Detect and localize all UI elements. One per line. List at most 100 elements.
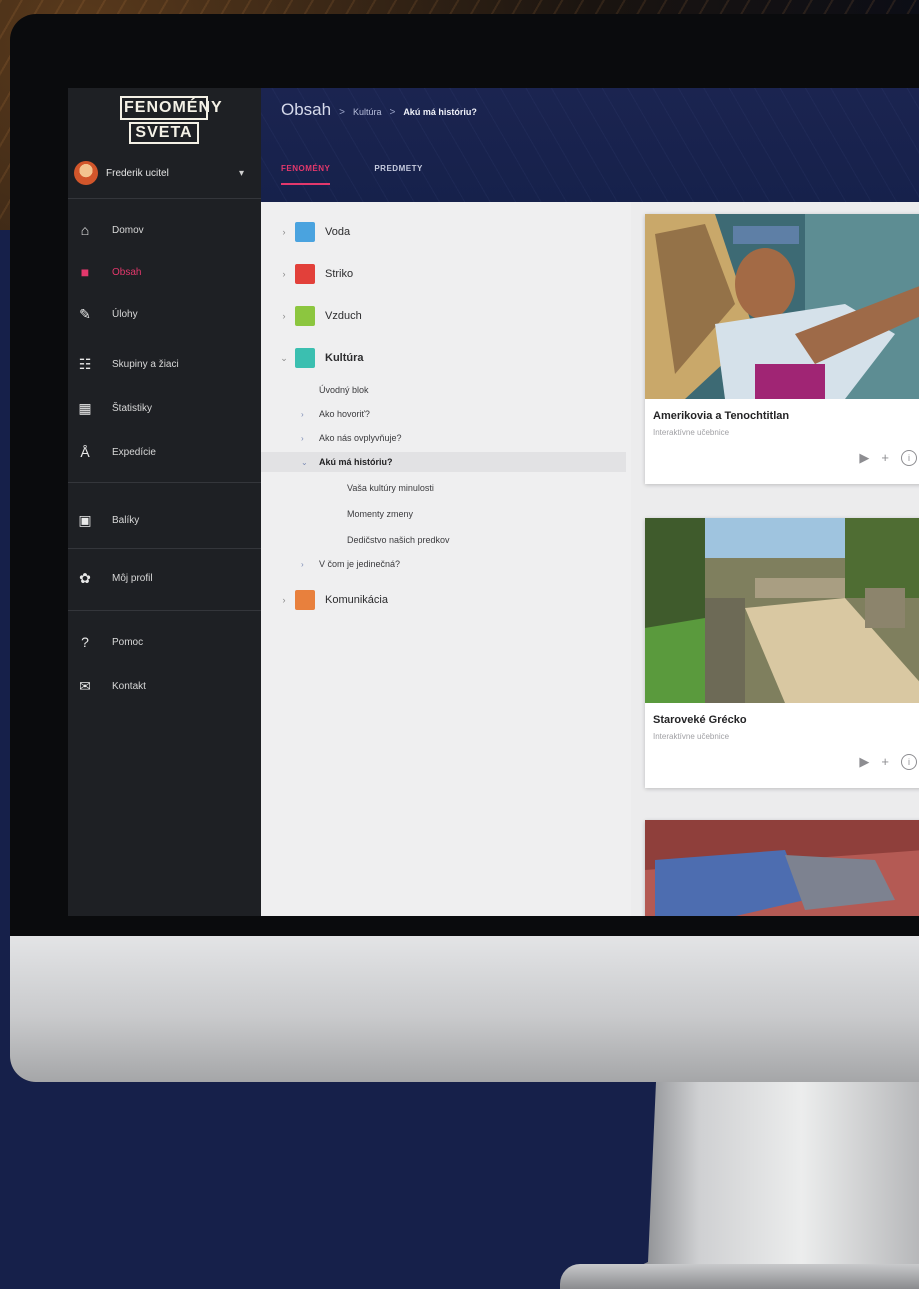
page-header: Obsah > Kultúra > Akú má históriu? FENOM… (261, 88, 919, 202)
plus-icon[interactable]: + (881, 754, 889, 770)
sidebar-item-domov[interactable]: ⌂ Domov (68, 214, 261, 246)
tree-subitem-label: V čom je jedinečná? (319, 559, 401, 569)
play-icon[interactable]: ▶ (859, 754, 869, 770)
user-name: Frederik ucitel (106, 167, 169, 179)
sidebar-item-baliky[interactable]: ▣ Balíky (68, 504, 261, 536)
sidebar-item-statistiky[interactable]: ▦ Štatistiky (68, 392, 261, 424)
tree-subitem[interactable]: › V čom je jedinečná? (261, 554, 626, 574)
tree-item-label: Striko (325, 268, 354, 280)
tree-subitem-selected[interactable]: ⌄ Akú má históriu? (261, 452, 626, 472)
expedition-icon: Å (80, 444, 90, 460)
chevron-right-icon[interactable]: › (277, 227, 291, 237)
breadcrumb-current: Akú má históriu? (403, 107, 477, 117)
sidebar-item-label: Obsah (112, 266, 142, 278)
tree-item-kultura[interactable]: ⌄ Kultúra (261, 346, 626, 370)
stats-icon: ▦ (78, 399, 92, 416)
sidebar-item-ulohy[interactable]: ✎ Úlohy (68, 298, 261, 330)
sidebar-item-label: Balíky (112, 514, 140, 526)
tree-subitem[interactable]: Úvodný blok (261, 380, 626, 400)
topic-color-icon (295, 222, 315, 242)
monitor-stand (626, 1082, 919, 1289)
card-subtitle: Interaktívne učebnice (653, 428, 730, 437)
divider (68, 198, 261, 199)
chevron-down-icon[interactable]: ⌄ (277, 353, 291, 364)
breadcrumb-item[interactable]: Kultúra (353, 107, 382, 117)
content-tree: › Voda › Striko › Vzduch ⌄ Kultúra Úvodn… (261, 202, 631, 916)
sidebar-item-kontakt[interactable]: ✉ Kontakt (68, 670, 261, 702)
tree-subitem[interactable]: › Ako hovoriť? (261, 404, 626, 424)
sidebar-item-skupiny[interactable]: ☷ Skupiny a žiaci (68, 348, 261, 380)
content-card[interactable]: Amerikovia a Tenochtitlan Interaktívne u… (645, 214, 919, 484)
content-card[interactable] (645, 820, 919, 916)
breadcrumb-separator: > (339, 107, 345, 118)
info-icon[interactable]: i (901, 754, 917, 770)
tree-leaf[interactable]: Dedičstvo našich predkov (347, 530, 450, 550)
chevron-right-icon: › (301, 433, 304, 443)
card-image (645, 820, 919, 916)
topic-color-icon (295, 590, 315, 610)
logo-line-1: FENOMÉNY (120, 96, 222, 120)
chevron-down-icon: ⌄ (301, 457, 308, 467)
app-logo[interactable]: FENOMÉNY SVETA (114, 96, 222, 152)
sidebar-item-label: Štatistiky (112, 402, 153, 414)
tree-subitem-label: Ako nás ovplyvňuje? (319, 433, 402, 443)
stand-base (560, 1264, 919, 1289)
card-title: Staroveké Grécko (653, 714, 747, 726)
user-menu[interactable]: Frederik ucitel ▾ (74, 158, 256, 188)
pencil-icon: ✎ (79, 305, 91, 322)
tree-item-vzduch[interactable]: › Vzduch (261, 304, 626, 328)
mail-icon: ✉ (79, 677, 91, 694)
card-actions: ▶ + i (859, 754, 917, 770)
tree-subitem-label: Úvodný blok (319, 385, 369, 395)
tree-item-label: Kultúra (325, 352, 364, 364)
tab-bar: FENOMÉNY PREDMETY (281, 164, 467, 185)
tab-fenomeny[interactable]: FENOMÉNY (281, 164, 331, 185)
tree-item-striko[interactable]: › Striko (261, 262, 626, 286)
tree-item-label: Komunikácia (325, 594, 388, 606)
monitor: FENOMÉNY SVETA Frederik ucitel ▾ ⌂ Domov… (10, 14, 919, 1082)
tree-item-label: Voda (325, 226, 351, 238)
sidebar-item-expedicie[interactable]: Å Expedície (68, 436, 261, 468)
tree-subitem-label: Ako hovoriť? (319, 409, 370, 419)
tree-subitem[interactable]: › Ako nás ovplyvňuje? (261, 428, 626, 448)
tree-leaf[interactable]: Momenty zmeny (347, 504, 413, 524)
help-icon: ? (81, 634, 89, 650)
sidebar-item-pomoc[interactable]: ? Pomoc (68, 626, 261, 658)
tab-predmety[interactable]: PREDMETY (374, 164, 422, 185)
chevron-down-icon: ▾ (238, 167, 244, 179)
card-image (645, 214, 919, 399)
topic-color-icon (295, 348, 315, 368)
tree-item-komunikacia[interactable]: › Komunikácia (261, 588, 626, 612)
sidebar-item-profil[interactable]: ✿ Môj profil (68, 562, 261, 594)
tree-item-voda[interactable]: › Voda (261, 220, 626, 244)
card-subtitle: Interaktívne učebnice (653, 732, 730, 741)
sidebar-item-label: Domov (112, 224, 144, 236)
sidebar-item-label: Môj profil (112, 572, 153, 584)
info-icon[interactable]: i (901, 450, 917, 466)
chevron-right-icon: › (301, 559, 304, 569)
tree-leaf[interactable]: Vaša kultúry minulosti (347, 478, 434, 498)
card-actions: ▶ + i (859, 450, 917, 466)
chevron-right-icon[interactable]: › (277, 311, 291, 321)
app-screen: FENOMÉNY SVETA Frederik ucitel ▾ ⌂ Domov… (68, 88, 919, 916)
card-image (645, 518, 919, 703)
play-icon[interactable]: ▶ (859, 450, 869, 466)
tree-item-label: Vzduch (325, 310, 362, 322)
content-card[interactable]: Staroveké Grécko Interaktívne učebnice ▶… (645, 518, 919, 788)
package-icon: ▣ (78, 511, 92, 528)
plus-icon[interactable]: + (881, 450, 889, 466)
sidebar: FENOMÉNY SVETA Frederik ucitel ▾ ⌂ Domov… (68, 88, 261, 916)
group-icon: ☷ (78, 355, 92, 372)
chevron-right-icon[interactable]: › (277, 595, 291, 605)
chevron-right-icon[interactable]: › (277, 269, 291, 279)
sidebar-item-obsah[interactable]: ■ Obsah (68, 256, 261, 288)
breadcrumb-item[interactable]: Obsah (281, 100, 331, 120)
gear-icon: ✿ (79, 569, 91, 586)
home-icon: ⌂ (80, 222, 90, 238)
chevron-right-icon: › (301, 409, 304, 419)
breadcrumb: Obsah > Kultúra > Akú má históriu? (281, 100, 477, 120)
divider (68, 548, 261, 549)
avatar (74, 161, 98, 185)
monitor-chin (10, 936, 919, 1082)
topic-color-icon (295, 264, 315, 284)
